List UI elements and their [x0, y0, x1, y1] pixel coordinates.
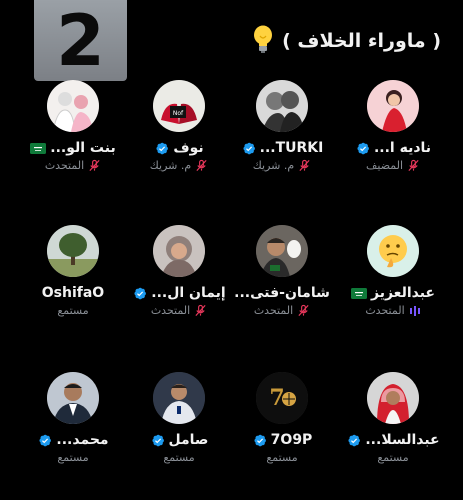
participant-role: مستمع: [57, 451, 89, 464]
participant-role-row: م. شريك: [150, 159, 208, 172]
participant-name: بنت الو...: [50, 140, 116, 156]
participant-role: المتحدث: [253, 304, 294, 317]
participant-name-row: عبدالسلا...: [346, 432, 440, 448]
verified-badge-icon: [241, 141, 256, 156]
participant-name-row: 7O9P: [252, 432, 313, 448]
verified-badge-icon: [150, 433, 165, 448]
participant-role-row: مستمع: [57, 304, 88, 317]
participant-role: المتحدث: [365, 304, 405, 317]
participant-name: إيمان ال...: [151, 285, 226, 301]
mic-muted-icon: [298, 159, 311, 172]
avatar-tree-landscape[interactable]: [47, 225, 99, 277]
participant-name: عبدالسلا...: [365, 432, 440, 448]
mic-muted-icon: [297, 304, 310, 317]
participant-card[interactable]: ناديه ا... المضيف: [338, 80, 448, 190]
verified-badge-icon: [132, 286, 147, 301]
mic-muted-icon: [195, 159, 208, 172]
participant-name-row: إيمان ال...: [132, 285, 226, 301]
svg-text:Nof: Nof: [173, 110, 184, 117]
participant-card[interactable]: بنت الو... المتحدث: [18, 80, 128, 190]
saudi-flag-icon: [30, 142, 47, 154]
participant-role: مستمع: [163, 451, 195, 464]
overlay-number-badge: 2: [34, 0, 127, 82]
verified-badge-icon: [346, 433, 361, 448]
participant-name: شامان-فتى...: [234, 285, 330, 301]
participant-name: TURKI...: [259, 140, 324, 156]
participant-card[interactable]: TURKI... م. شريك: [227, 80, 337, 190]
participant-name-row: صامل: [150, 432, 209, 448]
lightbulb-icon: [252, 24, 274, 58]
participant-role: مستمع: [377, 451, 409, 464]
verified-badge-icon: [37, 433, 52, 448]
avatar-two-men-grayscale[interactable]: [256, 80, 308, 132]
participant-role-row: المتحدث: [254, 304, 310, 317]
participant-role: المضيف: [365, 159, 403, 172]
participant-role-row: المتحدث: [365, 304, 420, 317]
participant-name-row: بنت الو...: [30, 140, 116, 156]
participant-name: OshifaO: [41, 285, 105, 301]
participant-card[interactable]: إيمان ال... المتحدث: [124, 225, 234, 335]
avatar-woman-hijab[interactable]: [153, 225, 205, 277]
participant-name: محمد...: [56, 432, 109, 448]
mic-muted-icon: [88, 159, 101, 172]
overlay-number: 2: [56, 0, 105, 82]
participant-card[interactable]: شامان-فتى... المتحدث: [227, 225, 337, 335]
participant-name-row: شامان-فتى...: [234, 285, 330, 301]
participant-role: المتحدث: [44, 159, 85, 172]
avatar-man-in-suit[interactable]: [47, 372, 99, 424]
participant-role-row: المتحدث: [45, 159, 101, 172]
participant-name: ناديه ا...: [373, 140, 432, 156]
avatar-man-with-bird[interactable]: [256, 225, 308, 277]
participant-role-row: المضيف: [366, 159, 420, 172]
participant-card[interactable]: OshifaO مستمع: [18, 225, 128, 335]
verified-badge-icon: [355, 141, 370, 156]
participant-role-row: مستمع: [266, 451, 297, 464]
avatar-illustrated-woman-red[interactable]: [367, 80, 419, 132]
participant-card[interactable]: صامل مستمع: [124, 372, 234, 482]
participant-card[interactable]: عبدالعزيز المتحدث: [338, 225, 448, 335]
avatar-footballer[interactable]: [153, 372, 205, 424]
space-title: ( ماوراء الخلاف ): [282, 30, 441, 52]
participant-name-row: ناديه ا...: [355, 140, 431, 156]
verified-badge-icon: [252, 433, 267, 448]
mic-muted-icon: [194, 304, 207, 317]
participant-role-row: مستمع: [163, 451, 194, 464]
avatar-thinking-emoji[interactable]: [367, 225, 419, 277]
participant-name-row: نوف: [154, 140, 204, 156]
saudi-flag-icon: [351, 287, 367, 299]
participant-role-row: المتحدث: [151, 304, 207, 317]
speaking-indicator-icon: [409, 305, 421, 317]
participant-role-row: مستمع: [377, 451, 408, 464]
avatar-gold-70-logo[interactable]: 7: [256, 372, 308, 424]
participant-role: مستمع: [266, 451, 298, 464]
participant-role-row: مستمع: [57, 451, 88, 464]
space-title-row: ( ماوراء الخلاف ): [252, 24, 441, 58]
avatar-red-hands-holding-card[interactable]: Nof: [153, 80, 205, 132]
participant-name: نوف: [173, 140, 204, 156]
participant-name: عبدالعزيز: [371, 285, 435, 301]
participant-card[interactable]: Nof نوف م. شريك: [124, 80, 234, 190]
participant-card[interactable]: عبدالسلا... مستمع: [338, 372, 448, 482]
participant-role: م. شريك: [149, 159, 192, 172]
participant-name-row: عبدالعزيز: [351, 285, 435, 301]
participant-card[interactable]: 7 7O9P مستمع: [227, 372, 337, 482]
participant-role-row: م. شريك: [253, 159, 311, 172]
participant-role: المتحدث: [150, 304, 191, 317]
participant-role: مستمع: [57, 304, 89, 317]
avatar-man-in-shemagh[interactable]: [367, 372, 419, 424]
participant-card[interactable]: محمد... مستمع: [18, 372, 128, 482]
mic-muted-icon: [407, 159, 420, 172]
participant-name-row: محمد...: [37, 432, 109, 448]
verified-badge-icon: [154, 141, 169, 156]
participant-name: صامل: [168, 432, 209, 448]
participant-name-row: OshifaO: [42, 285, 104, 301]
participant-role: م. شريك: [252, 159, 295, 172]
participant-name: 7O9P: [270, 432, 313, 448]
participant-name-row: TURKI...: [241, 140, 324, 156]
avatar-family-photo[interactable]: [47, 80, 99, 132]
